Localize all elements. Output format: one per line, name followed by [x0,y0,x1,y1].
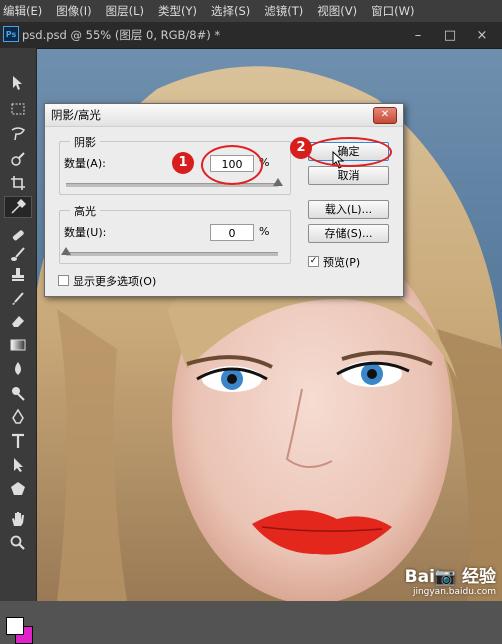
eraser-tool-icon[interactable] [4,310,32,332]
more-options-checkbox[interactable] [58,275,69,286]
load-button[interactable]: 载入(L)... [308,200,389,219]
shadows-group-title: 阴影 [70,134,100,150]
highlights-group-title: 高光 [70,203,100,219]
document-tab[interactable]: psd.psd @ 55% (图层 0, RGB/8#) * [22,25,220,45]
menu-view[interactable]: 视图(V) [310,3,364,19]
zoom-tool-icon[interactable] [4,532,32,554]
minimize-button[interactable]: – [402,24,434,46]
eyedropper-tool-icon[interactable] [4,196,32,218]
document-tab-bar: Ps psd.psd @ 55% (图层 0, RGB/8#) * – □ × [0,22,502,49]
shadows-highlights-dialog: 阴影/高光 ✕ 阴影 数量(A): 100 % 高光 数量(U): 0 % 显示… [44,103,404,297]
healing-brush-tool-icon[interactable] [4,224,32,246]
maximize-button[interactable]: □ [434,24,466,46]
lasso-tool-icon[interactable] [4,123,32,145]
shape-tool-icon[interactable] [4,478,32,500]
dialog-title: 阴影/高光 [45,104,403,127]
cancel-button[interactable]: 取消 [308,166,389,185]
history-brush-tool-icon[interactable] [4,288,32,310]
preview-checkbox[interactable]: ✓ [308,256,319,267]
menu-image[interactable]: 图像(I) [49,3,98,19]
highlight-ring-ok [306,137,392,167]
marquee-tool-icon[interactable] [4,98,32,120]
photoshop-logo-icon: Ps [3,26,19,42]
shadows-amount-label: 数量(A): [64,157,106,170]
highlights-amount-label: 数量(U): [64,226,107,239]
shadows-slider-thumb[interactable] [273,178,283,186]
highlight-ring-amount [201,145,263,185]
clone-stamp-tool-icon[interactable] [4,264,32,286]
menu-type[interactable]: 类型(Y) [151,3,204,19]
menu-bar: 编辑(E) 图像(I) 图层(L) 类型(Y) 选择(S) 滤镜(T) 视图(V… [0,0,502,22]
path-selection-tool-icon[interactable] [4,454,32,476]
watermark-brand: Bai📷 经验 [404,567,496,587]
menu-layer[interactable]: 图层(L) [99,3,151,19]
menu-edit[interactable]: 编辑(E) [0,3,49,19]
close-icon[interactable]: ✕ [373,107,397,124]
shadows-amount-slider[interactable] [66,183,278,187]
type-tool-icon[interactable] [4,430,32,452]
highlights-group: 高光 数量(U): 0 % [59,203,291,264]
quick-selection-tool-icon[interactable] [4,148,32,170]
gradient-tool-icon[interactable] [4,334,32,356]
step-2-badge: 2 [290,137,312,159]
watermark: Bai📷 经验 jingyan.baidu.com [405,562,496,597]
menu-select[interactable]: 选择(S) [204,3,257,19]
highlights-amount-input[interactable]: 0 [210,224,254,241]
save-button[interactable]: 存储(S)... [308,224,389,243]
crop-tool-icon[interactable] [4,172,32,194]
brush-tool-icon[interactable] [4,244,32,266]
highlights-amount-slider[interactable] [66,252,278,256]
step-1-badge: 1 [172,152,194,174]
watermark-url: jingyan.baidu.com [412,587,496,597]
tools-panel [0,48,37,644]
foreground-color-swatch[interactable] [6,617,24,635]
blur-tool-icon[interactable] [4,358,32,380]
highlights-slider-thumb[interactable] [61,247,71,255]
preview-label[interactable]: 预览(P) [323,254,360,270]
highlights-amount-unit: % [259,225,270,238]
close-window-button[interactable]: × [466,24,498,46]
hand-tool-icon[interactable] [4,508,32,530]
move-tool-icon[interactable] [4,72,32,94]
menu-filter[interactable]: 滤镜(T) [257,3,310,19]
dodge-tool-icon[interactable] [4,382,32,404]
window-controls: – □ × [402,24,498,46]
more-options-label[interactable]: 显示更多选项(O) [73,273,156,289]
menu-window[interactable]: 窗口(W) [364,3,421,19]
pen-tool-icon[interactable] [4,406,32,428]
